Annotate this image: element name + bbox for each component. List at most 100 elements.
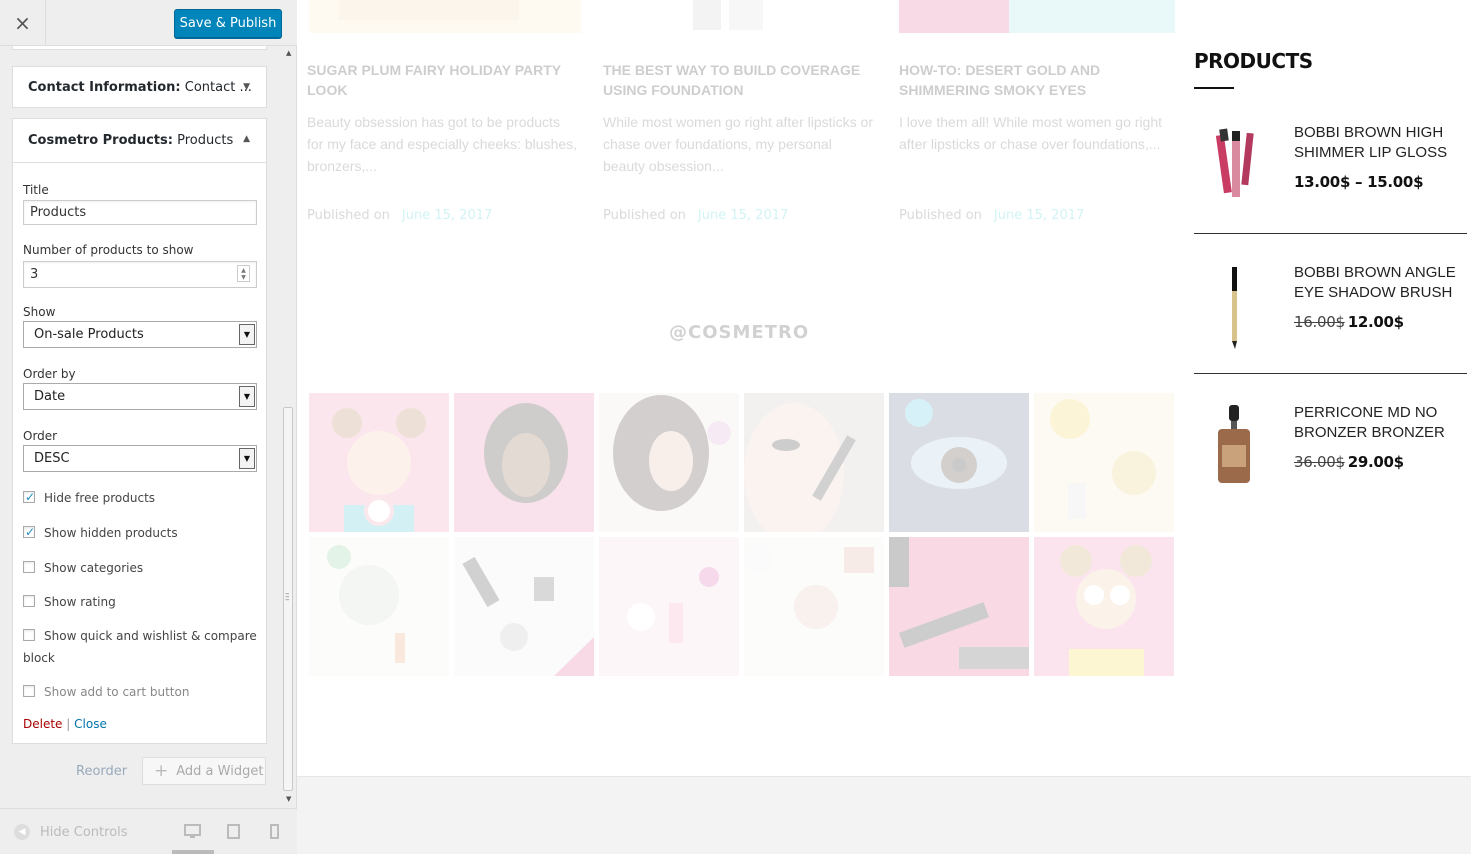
product-thumbnail[interactable] — [1194, 405, 1274, 495]
orderby-select-value: Date — [34, 389, 66, 404]
hide-free-products-option[interactable]: Hide free products — [23, 486, 258, 509]
product-thumbnail[interactable] — [1194, 265, 1274, 355]
post-image-1[interactable] — [309, 0, 581, 33]
reorder-link[interactable]: Reorder — [76, 764, 127, 779]
post-card-3: How-To: Desert Gold and Shimmering Smoky… — [899, 60, 1171, 223]
scroll-down-icon[interactable]: ▼ — [286, 795, 291, 803]
chevron-down-icon[interactable]: ▼ — [239, 386, 255, 407]
show-add-to-cart-option[interactable]: Show add to cart button — [23, 681, 258, 703]
add-widget-button[interactable]: + Add a Widget — [142, 757, 266, 785]
products-widget-title: Products — [1194, 49, 1313, 73]
count-label: Number of products to show — [23, 243, 194, 257]
grip-icon: – – – — [285, 589, 290, 605]
chevron-down-icon[interactable]: ▼ — [239, 448, 255, 469]
spinner-up-icon[interactable]: ▲ — [241, 267, 246, 274]
instagram-photo-7[interactable] — [309, 537, 449, 676]
tablet-preview-icon[interactable] — [227, 824, 240, 843]
collapse-arrow-icon[interactable]: ▲ — [243, 134, 250, 144]
instagram-photo-9[interactable] — [599, 537, 739, 676]
post-excerpt: Beauty obsession has got to be products … — [307, 114, 578, 174]
instagram-photo-3[interactable] — [599, 393, 739, 532]
instagram-handle[interactable]: @COSMETRO — [669, 322, 809, 343]
instagram-photo-4[interactable] — [744, 393, 884, 532]
instagram-photo-10[interactable] — [744, 537, 884, 676]
order-select[interactable]: DESC ▼ — [23, 445, 257, 472]
instagram-photo-1[interactable] — [309, 393, 449, 532]
show-hidden-products-checkbox[interactable] — [23, 521, 35, 543]
checkbox-label: Show hidden products — [44, 526, 178, 540]
expand-arrow-icon[interactable]: ▼ — [243, 82, 250, 92]
widget-products-header[interactable]: Cosmetro Products: Products ▲ — [13, 119, 266, 163]
show-quick-wishlist-option[interactable]: Show quick and wishlist & compare block — [23, 625, 258, 669]
widget-contact-information[interactable]: Contact Information: Contact ... ▼ — [12, 66, 267, 108]
product-item: Bobbi Brown High Shimmer Lip Gloss 13.00… — [1194, 123, 1467, 265]
published-label: Published on — [307, 208, 390, 223]
price-current: 12.00$ — [1347, 313, 1404, 331]
product-name[interactable]: Bobbi Brown Angle Eye Shadow Brush — [1294, 263, 1464, 302]
show-categories-option[interactable]: Show categories — [23, 557, 258, 579]
instagram-photo-5[interactable] — [889, 393, 1029, 532]
show-add-to-cart-checkbox[interactable] — [23, 685, 35, 697]
show-select[interactable]: On-sale Products ▼ — [23, 321, 257, 348]
number-spinner[interactable]: ▲ ▼ — [237, 265, 250, 282]
product-thumbnail[interactable] — [1194, 125, 1274, 215]
product-price: 36.00$ 29.00$ — [1294, 453, 1404, 471]
hide-controls-button[interactable]: ◀ Hide Controls — [14, 824, 128, 840]
product-name[interactable]: Perricone MD No Bronzer Bronzer — [1294, 403, 1464, 442]
arrow-left-icon: ◀ — [14, 824, 30, 840]
widget-actions: Delete | Close — [23, 717, 107, 731]
title-underline — [1194, 87, 1234, 89]
instagram-photo-8[interactable] — [454, 537, 594, 676]
chevron-down-icon[interactable]: ▼ — [239, 324, 255, 345]
show-hidden-products-option[interactable]: Show hidden products — [23, 521, 258, 544]
post-title[interactable]: The Best Way to Build Coverage Using Fou… — [603, 60, 875, 100]
instagram-photo-6[interactable] — [1034, 393, 1174, 532]
instagram-photo-12[interactable] — [1034, 537, 1174, 676]
close-customizer-button[interactable]: × — [0, 0, 46, 46]
widgets-panel: Contact Information: Contact ... ▼ Cosme… — [0, 46, 297, 806]
hide-free-products-checkbox[interactable] — [23, 486, 35, 508]
post-image-2[interactable] — [603, 0, 875, 33]
widget-products-type: Cosmetro Products: — [28, 133, 173, 148]
active-device-indicator — [172, 850, 214, 854]
delete-link[interactable]: Delete — [23, 717, 62, 731]
title-label: Title — [23, 183, 49, 197]
close-link[interactable]: Close — [74, 717, 107, 731]
instagram-photo-2[interactable] — [454, 393, 594, 532]
post-title[interactable]: How-To: Desert Gold and Shimmering Smoky… — [899, 60, 1171, 100]
spinner-down-icon[interactable]: ▼ — [241, 274, 246, 281]
widget-contact-header[interactable]: Contact Information: Contact ... ▼ — [13, 67, 266, 107]
plus-icon: + — [154, 761, 169, 781]
orderby-select[interactable]: Date ▼ — [23, 383, 257, 410]
checkbox-label: Show quick and wishlist & compare block — [23, 629, 257, 665]
published-label: Published on — [603, 208, 686, 223]
show-rating-option[interactable]: Show rating — [23, 591, 258, 613]
post-date[interactable]: June 15, 2017 — [994, 208, 1084, 223]
preview-footer-strip — [297, 776, 1471, 854]
count-input[interactable]: 3 ▲ ▼ — [23, 261, 257, 288]
count-value: 3 — [30, 267, 39, 282]
scroll-up-icon[interactable]: ▲ — [286, 49, 291, 57]
mobile-preview-icon[interactable] — [270, 824, 279, 843]
show-quick-wishlist-checkbox[interactable] — [23, 629, 35, 641]
price-old: 36.00$ — [1294, 453, 1345, 471]
customizer-sidebar: × Save & Publish Contact Information: Co… — [0, 0, 297, 854]
widget-contact-title: Contact ... — [184, 79, 252, 95]
product-name[interactable]: Bobbi Brown High Shimmer Lip Gloss — [1294, 123, 1464, 162]
post-date[interactable]: June 15, 2017 — [402, 208, 492, 223]
show-rating-checkbox[interactable] — [23, 595, 35, 607]
show-categories-checkbox[interactable] — [23, 561, 35, 573]
post-image-3[interactable] — [899, 0, 1175, 33]
hide-controls-label: Hide Controls — [40, 824, 128, 840]
title-input[interactable]: Products — [23, 200, 257, 225]
price-current: 13.00$ – 15.00$ — [1294, 173, 1424, 191]
orderby-label: Order by — [23, 367, 76, 381]
panel-scrollbar[interactable]: ▲ – – – ▼ — [281, 46, 295, 808]
desktop-preview-icon[interactable] — [184, 824, 201, 843]
save-publish-button[interactable]: Save & Publish — [174, 9, 282, 38]
post-date[interactable]: June 15, 2017 — [698, 208, 788, 223]
order-select-value: DESC — [34, 451, 70, 466]
post-title[interactable]: Sugar Plum Fairy Holiday Party Look — [307, 60, 579, 100]
scrollbar-thumb[interactable]: – – – — [283, 407, 293, 791]
instagram-photo-11[interactable] — [889, 537, 1029, 676]
